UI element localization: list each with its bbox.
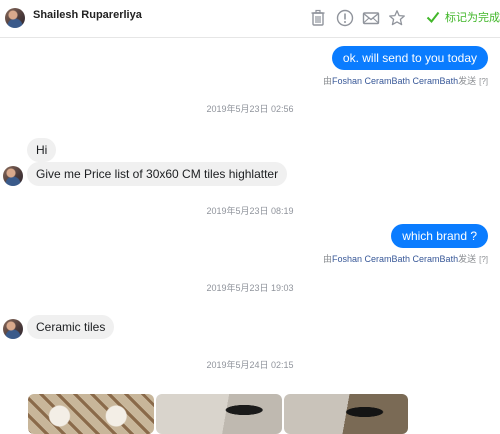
outgoing-message[interactable]: ok. will send to you today bbox=[331, 46, 488, 70]
incoming-message[interactable]: Ceramic tiles bbox=[27, 315, 115, 339]
sent-by-page-link[interactable]: Foshan CeramBath CeramBath bbox=[332, 254, 458, 264]
sent-by-suffix: 发送 bbox=[458, 254, 477, 264]
help-link[interactable]: [?] bbox=[479, 77, 488, 86]
mark-as-done-button[interactable]: 标记为完成 bbox=[426, 9, 500, 25]
contact-avatar[interactable] bbox=[3, 166, 23, 186]
outgoing-message[interactable]: which brand ? bbox=[391, 224, 488, 248]
contact-name[interactable]: Shailesh Ruparerliya bbox=[33, 9, 142, 21]
sent-by-label: 由Foshan CeramBath CeramBath发送 [?] bbox=[323, 74, 488, 87]
timestamp: 2019年5月23日 19:03 bbox=[206, 283, 294, 293]
timestamp: 2019年5月23日 08:19 bbox=[206, 206, 294, 216]
envelope-icon[interactable] bbox=[362, 9, 380, 27]
contact-avatar[interactable] bbox=[5, 8, 25, 28]
mark-as-done-label: 标记为完成 bbox=[445, 12, 500, 24]
alert-icon[interactable] bbox=[336, 9, 354, 27]
incoming-message[interactable]: Give me Price list of 30x60 CM tiles hig… bbox=[27, 162, 288, 186]
sent-by-prefix: 由 bbox=[323, 76, 333, 86]
trash-icon[interactable] bbox=[309, 9, 327, 27]
image-attachment[interactable] bbox=[28, 394, 154, 434]
timestamp: 2019年5月23日 02:56 bbox=[206, 104, 294, 114]
sent-by-page-link[interactable]: Foshan CeramBath CeramBath bbox=[332, 76, 458, 86]
contact-avatar[interactable] bbox=[3, 319, 23, 339]
image-attachment[interactable] bbox=[156, 394, 282, 434]
checkmark-icon bbox=[426, 11, 440, 24]
sent-by-suffix: 发送 bbox=[458, 76, 477, 86]
conversation-header: Shailesh Ruparerliya 标记为完成 bbox=[0, 0, 500, 38]
image-attachment[interactable] bbox=[284, 394, 408, 434]
incoming-message[interactable]: Hi bbox=[27, 138, 57, 162]
star-icon[interactable] bbox=[388, 9, 406, 27]
sent-by-prefix: 由 bbox=[323, 254, 333, 264]
sent-by-label: 由Foshan CeramBath CeramBath发送 [?] bbox=[323, 252, 488, 265]
help-link[interactable]: [?] bbox=[479, 255, 488, 264]
timestamp: 2019年5月24日 02:15 bbox=[206, 360, 294, 370]
